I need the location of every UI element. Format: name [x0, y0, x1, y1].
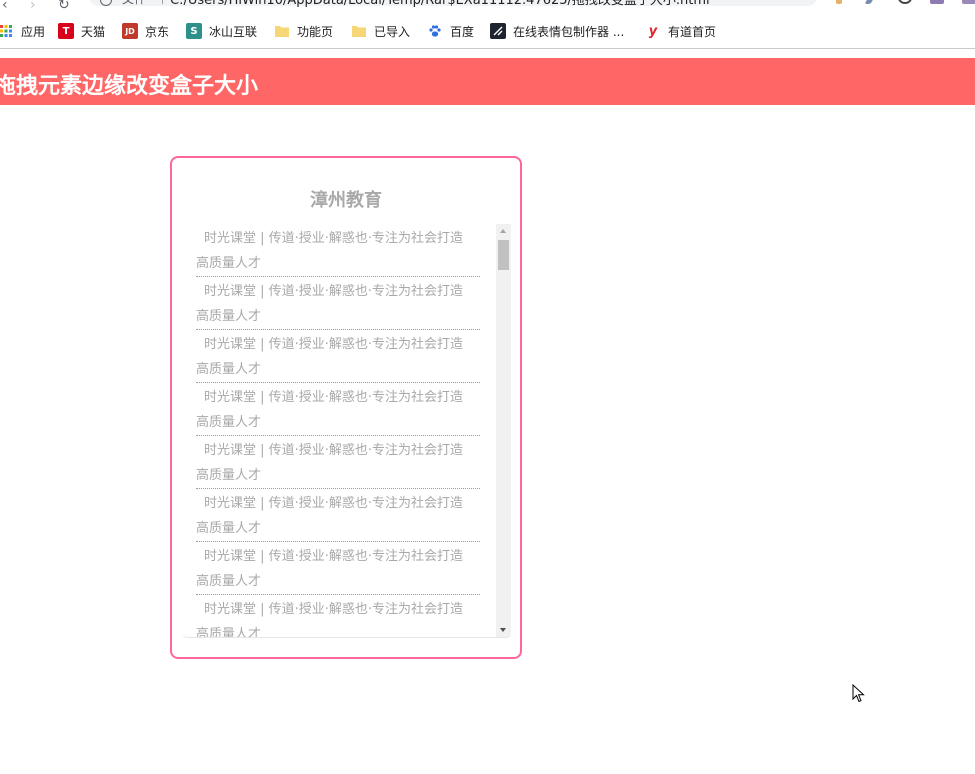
list-item[interactable]: 时光课堂 | 传道·授业·解惑也·专注为社会打造 高质量人才 — [196, 436, 480, 489]
scroll-down-arrow-icon[interactable] — [496, 623, 511, 637]
list-item-text: 高质量人才 — [196, 309, 262, 324]
emoji-maker-icon — [490, 23, 506, 39]
list-item-text: 时光课堂 | 传道·授业·解惑也·专注为社会打造 — [204, 496, 464, 511]
vertical-scrollbar[interactable] — [496, 224, 511, 637]
box-title: 漳州教育 — [310, 190, 382, 211]
bookmark-baidu[interactable]: 百度 — [427, 20, 474, 42]
apps-grid-icon — [0, 23, 14, 39]
bookmark-label: 功能页 — [297, 24, 334, 39]
bookmark-label: 应用 — [21, 24, 46, 39]
scroll-up-arrow-icon[interactable] — [496, 224, 511, 238]
chrome-extension-icon[interactable] — [898, 0, 912, 4]
list-item-text: 高质量人才 — [196, 521, 262, 536]
tmall-icon: T — [58, 23, 74, 39]
baidu-paw-icon — [427, 23, 443, 39]
list-item-text: 时光课堂 | 传道·授业·解惑也·专注为社会打造 — [204, 231, 464, 246]
browser-chrome: ‹ › ↻ 文件 C:/Users/HiWin10/AppData/Local/… — [0, 0, 975, 50]
list-item-text: 时光课堂 | 传道·授业·解惑也·专注为社会打造 — [204, 390, 464, 405]
bookmark-folder-imported[interactable]: 已导入 — [351, 20, 410, 42]
divider — [162, 0, 163, 4]
bookmark-label: 百度 — [450, 24, 475, 39]
folder-icon — [351, 23, 367, 39]
list-item-text: 高质量人才 — [196, 574, 262, 589]
list-item-text: 时光课堂 | 传道·授业·解惑也·专注为社会打造 — [204, 337, 464, 352]
menu-extension-icon[interactable] — [962, 0, 975, 4]
list-item-text: 时光课堂 | 传道·授业·解惑也·专注为社会打造 — [204, 443, 464, 458]
bookmark-apps[interactable]: 应用 — [0, 20, 45, 42]
list-item-text: 高质量人才 — [196, 256, 262, 271]
mouse-cursor-icon — [852, 684, 865, 703]
list-item-text: 高质量人才 — [196, 468, 262, 483]
list-item-text: 高质量人才 — [196, 415, 262, 430]
bookmark-label: 有道首页 — [668, 24, 717, 39]
reload-icon[interactable]: ↻ — [58, 0, 70, 12]
page-title: 拖拽元素边缘改变盒子大小 — [0, 74, 259, 99]
list-item-text: 高质量人才 — [196, 362, 262, 377]
scroll-content[interactable]: 时光课堂 | 传道·授业·解惑也·专注为社会打造 高质量人才 时光课堂 | 传道… — [182, 224, 512, 638]
bookmark-label: 天猫 — [81, 24, 106, 39]
list-item[interactable]: 时光课堂 | 传道·授业·解惑也·专注为社会打造 高质量人才 — [196, 383, 480, 436]
list-item[interactable]: 时光课堂 | 传道·授业·解惑也·专注为社会打造 高质量人才 — [196, 595, 480, 638]
bingshan-icon: S — [186, 23, 202, 39]
chrome-divider — [0, 48, 975, 49]
news-list: 时光课堂 | 传道·授业·解惑也·专注为社会打造 高质量人才 时光课堂 | 传道… — [196, 224, 480, 638]
back-icon[interactable]: ‹ — [2, 0, 8, 12]
youdao-icon: y — [648, 23, 658, 39]
extension-icon[interactable] — [836, 0, 842, 4]
folder-icon — [274, 23, 290, 39]
url-text[interactable]: C:/Users/HiWin10/AppData/Local/Temp/Rar$… — [170, 0, 710, 8]
info-icon[interactable] — [100, 0, 112, 6]
bookmark-label: 冰山互联 — [209, 24, 258, 39]
forward-icon[interactable]: › — [30, 0, 36, 12]
bookmark-label: 京东 — [145, 24, 170, 39]
list-item-text: 时光课堂 | 传道·授业·解惑也·专注为社会打造 — [204, 549, 464, 564]
list-item[interactable]: 时光课堂 | 传道·授业·解惑也·专注为社会打造 高质量人才 — [196, 224, 480, 277]
scrollbar-thumb[interactable] — [498, 240, 509, 270]
bookmark-star-icon[interactable]: ☆ — [792, 0, 805, 3]
list-item[interactable]: 时光课堂 | 传道·授业·解惑也·专注为社会打造 高质量人才 — [196, 489, 480, 542]
list-item-text: 时光课堂 | 传道·授业·解惑也·专注为社会打造 — [204, 284, 464, 299]
list-item[interactable]: 时光课堂 | 传道·授业·解惑也·专注为社会打造 高质量人才 — [196, 330, 480, 383]
bookmark-folder-functions[interactable]: 功能页 — [274, 20, 333, 42]
bookmark-youdao[interactable]: y 有道首页 — [645, 20, 716, 42]
list-item-text: 高质量人才 — [196, 627, 262, 638]
bookmark-bingshan[interactable]: S 冰山互联 — [186, 20, 257, 42]
list-item-text: 时光课堂 | 传道·授业·解惑也·专注为社会打造 — [204, 602, 464, 617]
bookmark-jd[interactable]: JD 京东 — [122, 20, 169, 42]
address-bar[interactable]: 文件 C:/Users/HiWin10/AppData/Local/Temp/R… — [88, 0, 818, 8]
list-item[interactable]: 时光课堂 | 传道·授业·解惑也·专注为社会打造 高质量人才 — [196, 277, 480, 330]
bookmarks-bar: 应用 T 天猫 JD 京东 S 冰山互联 功能页 已导入 百度 在线表情包制作器… — [0, 20, 975, 44]
bookmark-emoji-maker[interactable]: 在线表情包制作器 ... — [490, 20, 624, 42]
profile-extension-icon[interactable] — [930, 0, 944, 4]
pen-extension-icon[interactable] — [864, 0, 878, 4]
bookmark-label: 已导入 — [374, 24, 411, 39]
toolbar: ‹ › ↻ 文件 C:/Users/HiWin10/AppData/Local/… — [0, 0, 975, 14]
jd-icon: JD — [122, 23, 138, 39]
security-label: 文件 — [122, 0, 146, 7]
bookmark-label: 在线表情包制作器 ... — [513, 24, 625, 39]
page-banner: 拖拽元素边缘改变盒子大小 — [0, 58, 975, 105]
resizable-box[interactable]: 漳州教育 时光课堂 | 传道·授业·解惑也·专注为社会打造 高质量人才 时光课堂… — [170, 156, 522, 659]
list-item[interactable]: 时光课堂 | 传道·授业·解惑也·专注为社会打造 高质量人才 — [196, 542, 480, 595]
bookmark-tmall[interactable]: T 天猫 — [58, 20, 105, 42]
